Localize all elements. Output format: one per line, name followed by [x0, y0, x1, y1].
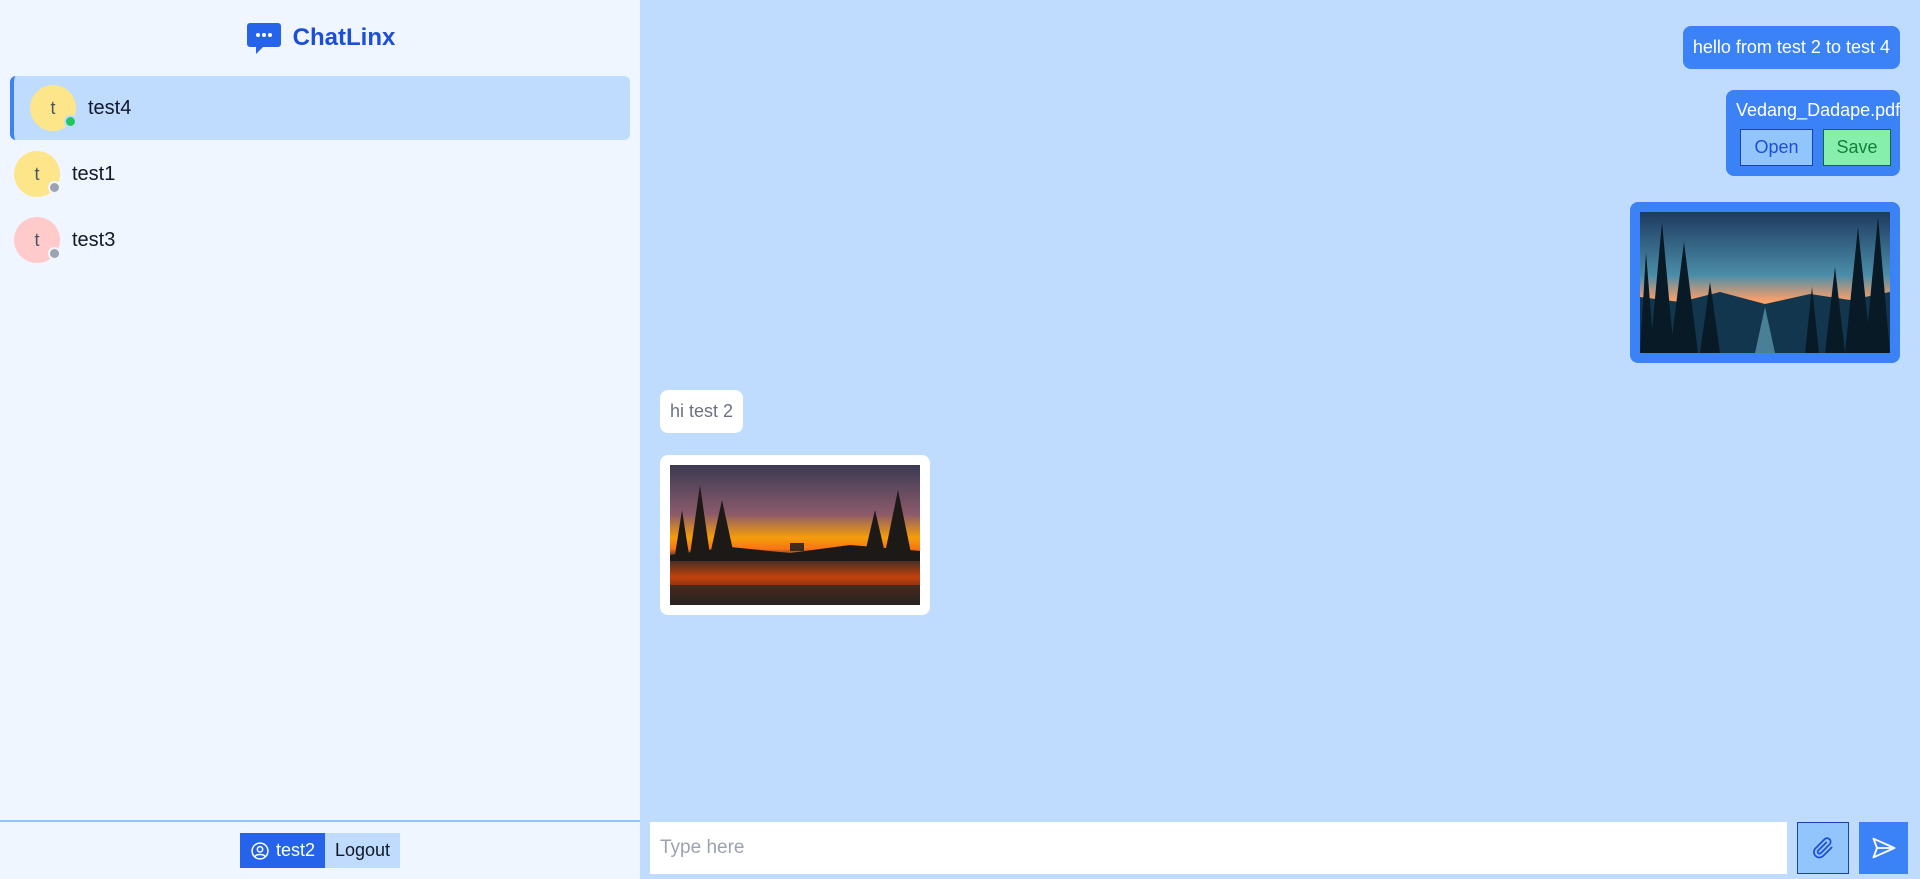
- avatar-initial: t: [34, 163, 40, 184]
- user-chip: test2 Logout: [239, 833, 401, 868]
- current-username: test2: [275, 840, 315, 860]
- app-root: ChatLinx t test4 t test1 t test3 test2 L…: [0, 0, 1920, 879]
- brand-header: ChatLinx: [0, 0, 640, 76]
- contact-name: test1: [72, 162, 116, 185]
- incoming-image-message[interactable]: [660, 455, 930, 615]
- contact-name: test3: [72, 228, 116, 251]
- message-input[interactable]: [650, 822, 1787, 874]
- save-file-button[interactable]: Save: [1823, 129, 1891, 166]
- offline-status-indicator: [48, 247, 61, 260]
- file-actions: Open Save: [1736, 129, 1891, 166]
- offline-status-indicator: [48, 181, 61, 194]
- message-composer: [650, 822, 1920, 874]
- avatar: t: [30, 85, 77, 131]
- current-user-button[interactable]: test2: [239, 833, 325, 868]
- sidebar: ChatLinx t test4 t test1 t test3 test2 L…: [0, 0, 640, 879]
- send-button[interactable]: [1859, 822, 1908, 874]
- contact-item-test3[interactable]: t test3: [10, 208, 630, 272]
- message-text: hello from test 2 to test 4: [1692, 37, 1890, 57]
- contact-item-test4[interactable]: t test4: [10, 76, 630, 140]
- forest-sunset-image: [1640, 212, 1890, 353]
- attach-file-button[interactable]: [1797, 822, 1849, 874]
- app-title: ChatLinx: [292, 24, 396, 51]
- lake-sunset-image: [670, 465, 920, 605]
- message-list: hello from test 2 to test 4 Vedang_Dadap…: [640, 0, 1920, 799]
- paperclip-icon: [1813, 837, 1833, 859]
- contact-item-test1[interactable]: t test1: [10, 142, 630, 206]
- logout-button[interactable]: Logout: [324, 833, 401, 868]
- open-file-button[interactable]: Open: [1740, 129, 1813, 166]
- outgoing-image-message[interactable]: [1630, 202, 1900, 363]
- avatar-initial: t: [50, 97, 56, 118]
- send-icon: [1872, 837, 1895, 859]
- user-circle-icon: [251, 841, 269, 860]
- outgoing-text-message: hello from test 2 to test 4: [1682, 26, 1900, 69]
- incoming-text-message: hi test 2: [660, 390, 744, 433]
- avatar: t: [14, 217, 61, 263]
- outgoing-file-message: Vedang_Dadape.pdf Open Save: [1726, 90, 1900, 176]
- sidebar-footer: test2 Logout: [0, 820, 640, 879]
- avatar-initial: t: [34, 229, 40, 250]
- contact-list: t test4 t test1 t test3: [0, 76, 640, 820]
- file-name: Vedang_Dadape.pdf: [1736, 100, 1901, 120]
- message-text: hi test 2: [670, 401, 734, 421]
- chat-bubble-logo-icon: [246, 23, 281, 54]
- online-status-indicator: [64, 115, 77, 128]
- avatar: t: [14, 151, 61, 197]
- chat-panel: hello from test 2 to test 4 Vedang_Dadap…: [640, 0, 1920, 879]
- contact-name: test4: [88, 96, 132, 119]
